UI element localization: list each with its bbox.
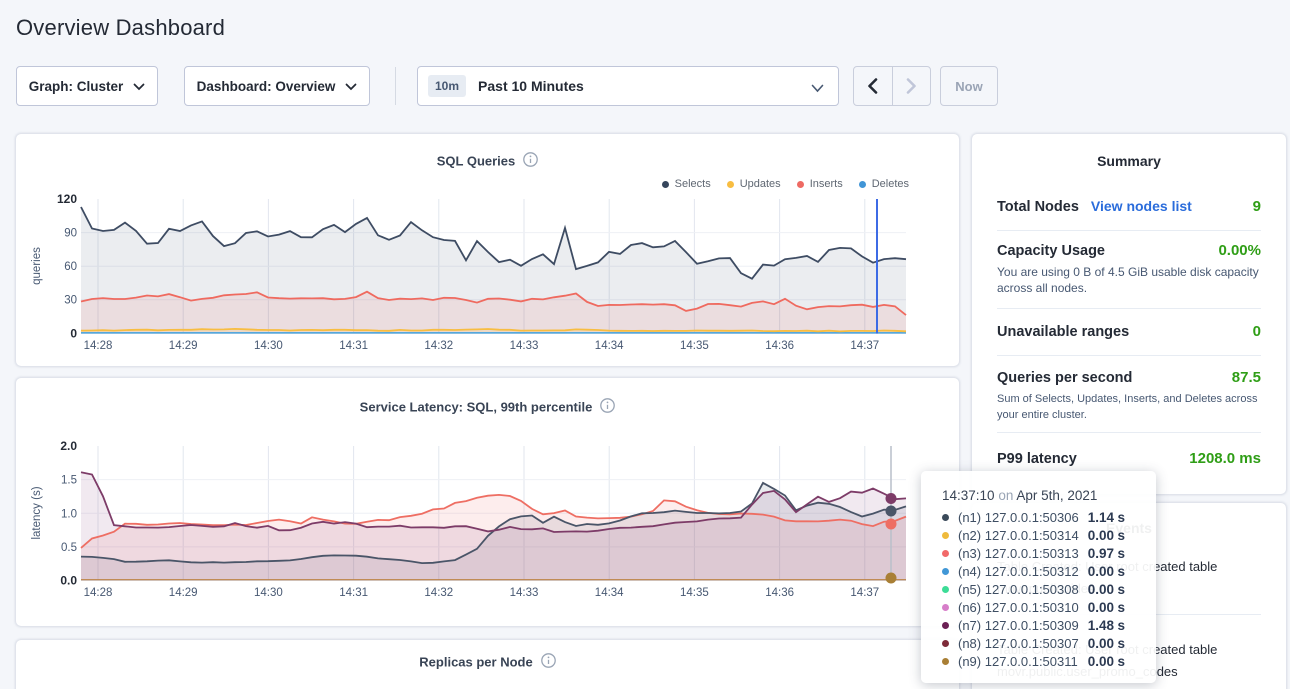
svg-text:14:33: 14:33	[510, 340, 539, 352]
svg-text:14:34: 14:34	[595, 340, 624, 352]
svg-text:14:28: 14:28	[84, 340, 113, 352]
svg-text:0: 0	[70, 327, 77, 341]
svg-text:0.0: 0.0	[60, 574, 77, 588]
svg-text:14:31: 14:31	[339, 587, 368, 599]
svg-text:14:32: 14:32	[424, 340, 453, 352]
svg-text:14:36: 14:36	[765, 340, 794, 352]
svg-text:14:35: 14:35	[680, 340, 709, 352]
svg-text:60: 60	[64, 261, 77, 273]
svg-text:14:35: 14:35	[680, 587, 709, 599]
svg-text:14:34: 14:34	[595, 587, 624, 599]
svg-text:14:30: 14:30	[254, 340, 283, 352]
svg-text:1.0: 1.0	[61, 508, 77, 520]
svg-text:14:37: 14:37	[850, 340, 879, 352]
svg-text:14:30: 14:30	[254, 587, 283, 599]
svg-text:2.0: 2.0	[60, 439, 77, 453]
svg-text:14:37: 14:37	[850, 587, 879, 599]
svg-text:14:29: 14:29	[169, 340, 198, 352]
svg-text:14:33: 14:33	[510, 587, 539, 599]
svg-text:14:36: 14:36	[765, 587, 794, 599]
svg-text:latency (s): latency (s)	[31, 486, 43, 539]
svg-text:0.5: 0.5	[61, 542, 77, 554]
svg-text:14:28: 14:28	[84, 587, 113, 599]
svg-text:14:29: 14:29	[169, 587, 198, 599]
svg-text:1.5: 1.5	[61, 475, 77, 487]
svg-text:120: 120	[57, 192, 77, 206]
svg-text:90: 90	[64, 228, 77, 240]
svg-text:14:31: 14:31	[339, 340, 368, 352]
svg-text:queries: queries	[31, 247, 43, 285]
svg-text:14:32: 14:32	[424, 587, 453, 599]
svg-text:30: 30	[64, 295, 77, 307]
